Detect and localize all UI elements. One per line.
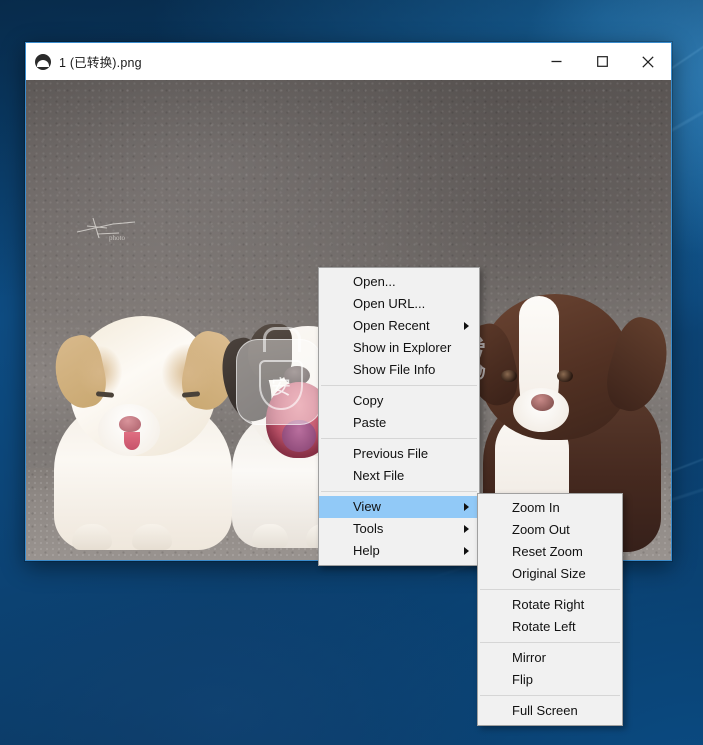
menu-item-show-file-info[interactable]: Show File Info <box>319 359 479 381</box>
menu-item-label: Flip <box>512 672 533 687</box>
menu-item-open-recent[interactable]: Open Recent <box>319 315 479 337</box>
menu-separator <box>480 695 620 696</box>
menu-item-label: Reset Zoom <box>512 544 583 559</box>
menu-item-label: View <box>353 499 381 514</box>
puppy-left <box>48 300 244 550</box>
menu-item-label: Next File <box>353 468 405 483</box>
menu-item-copy[interactable]: Copy <box>319 390 479 412</box>
menu-item-label: Open URL... <box>353 296 426 311</box>
submenu-arrow-icon <box>464 525 469 533</box>
menu-item-previous-file[interactable]: Previous File <box>319 443 479 465</box>
close-icon <box>642 55 654 68</box>
image-viewer-icon <box>35 53 51 70</box>
view-item-reset-zoom[interactable]: Reset Zoom <box>478 541 622 563</box>
view-item-rotate-right[interactable]: Rotate Right <box>478 594 622 616</box>
menu-separator <box>480 642 620 643</box>
minimize-icon <box>551 60 561 63</box>
submenu-arrow-icon <box>464 322 469 330</box>
menu-item-view[interactable]: View <box>319 496 479 518</box>
view-item-zoom-in[interactable]: Zoom In <box>478 497 622 519</box>
menu-item-label: Open... <box>353 274 396 289</box>
menu-item-label: Zoom Out <box>512 522 570 537</box>
view-item-original-size[interactable]: Original Size <box>478 563 622 585</box>
menu-item-open[interactable]: Open... <box>319 271 479 293</box>
menu-item-tools[interactable]: Tools <box>319 518 479 540</box>
menu-item-label: Tools <box>353 521 384 536</box>
menu-item-label: Rotate Right <box>512 597 585 612</box>
wallpaper-glow-bottom <box>0 560 500 745</box>
context-menu[interactable]: Open... Open URL... Open Recent Show in Exp… <box>318 267 480 566</box>
view-item-flip[interactable]: Flip <box>478 669 622 691</box>
menu-item-label: Paste <box>353 415 387 430</box>
close-button[interactable] <box>625 43 671 80</box>
window-title: 1 (已转换).png <box>59 56 142 70</box>
menu-item-label: Zoom In <box>512 500 560 515</box>
menu-separator <box>480 589 620 590</box>
menu-separator <box>321 491 477 492</box>
menu-item-label: Help <box>353 543 380 558</box>
submenu-arrow-icon <box>464 547 469 555</box>
menu-item-label: Open Recent <box>353 318 430 333</box>
view-item-rotate-left[interactable]: Rotate Left <box>478 616 622 638</box>
window-titlebar[interactable]: 1 (已转换).png <box>26 43 671 80</box>
view-submenu[interactable]: Zoom In Zoom Out Reset Zoom Original Size Ro… <box>477 493 623 726</box>
menu-item-open-url[interactable]: Open URL... <box>319 293 479 315</box>
menu-item-label: Rotate Left <box>512 619 576 634</box>
menu-item-next-file[interactable]: Next File <box>319 465 479 487</box>
view-item-zoom-out[interactable]: Zoom Out <box>478 519 622 541</box>
window-controls <box>533 43 671 80</box>
view-item-mirror[interactable]: Mirror <box>478 647 622 669</box>
menu-item-label: Full Screen <box>512 703 578 718</box>
menu-item-label: Mirror <box>512 650 546 665</box>
menu-separator <box>321 438 477 439</box>
minimize-button[interactable] <box>533 43 579 80</box>
menu-item-label: Show File Info <box>353 362 436 377</box>
menu-item-show-in-explorer[interactable]: Show in Explorer <box>319 337 479 359</box>
view-item-full-screen[interactable]: Full Screen <box>478 700 622 722</box>
maximize-icon <box>596 56 608 67</box>
submenu-arrow-icon <box>464 503 469 511</box>
menu-item-paste[interactable]: Paste <box>319 412 479 434</box>
menu-item-label: Original Size <box>512 566 586 581</box>
menu-item-label: Show in Explorer <box>353 340 452 355</box>
menu-item-label: Copy <box>353 393 384 408</box>
menu-item-label: Previous File <box>353 446 429 461</box>
menu-separator <box>321 385 477 386</box>
maximize-button[interactable] <box>579 43 625 80</box>
menu-item-help[interactable]: Help <box>319 540 479 562</box>
